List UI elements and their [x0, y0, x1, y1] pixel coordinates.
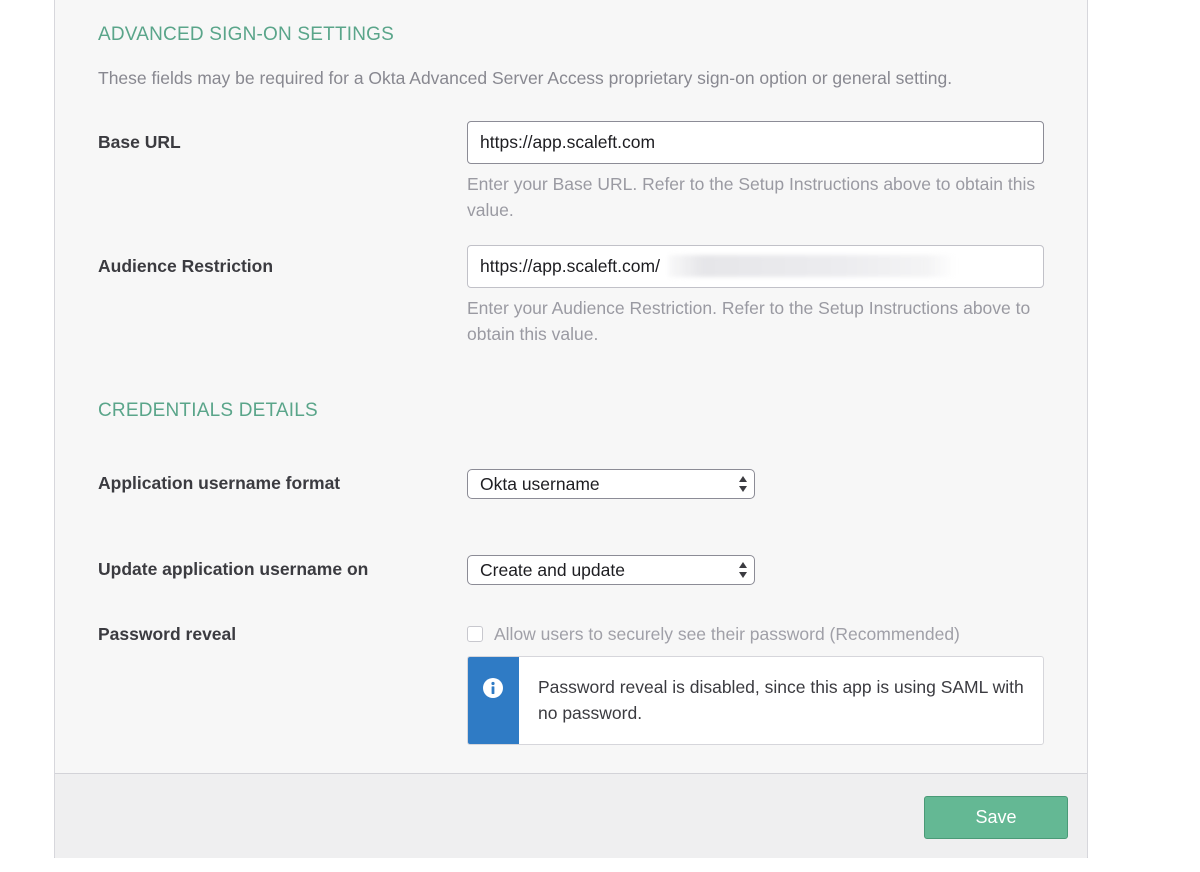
info-circle-icon [483, 678, 503, 698]
settings-panel: ADVANCED SIGN-ON SETTINGS These fields m… [54, 0, 1088, 858]
audience-restriction-hint: Enter your Audience Restriction. Refer t… [467, 298, 1031, 344]
base-url-hint: Enter your Base URL. Refer to the Setup … [467, 174, 1036, 220]
username-format-label: Application username format [98, 473, 341, 493]
update-username-on-label: Update application username on [98, 559, 369, 579]
update-username-on-selected: Create and update [480, 560, 625, 580]
username-format-selected: Okta username [480, 474, 600, 494]
password-reveal-info-box: Password reveal is disabled, since this … [467, 656, 1044, 745]
sort-arrows-icon [739, 562, 747, 578]
info-stripe [468, 657, 519, 744]
save-button[interactable]: Save [924, 796, 1068, 839]
advanced-description: These fields may be required for a Okta … [98, 68, 953, 88]
username-format-select[interactable]: Okta username [467, 469, 755, 499]
password-reveal-checkbox[interactable] [467, 626, 483, 642]
form-footer: Save [55, 773, 1087, 858]
password-reveal-label: Password reveal [98, 624, 237, 644]
base-url-label: Base URL [98, 132, 181, 152]
credentials-details-heading: CREDENTIALS DETAILS [98, 400, 318, 421]
audience-restriction-label: Audience Restriction [98, 256, 274, 276]
advanced-sign-on-heading: ADVANCED SIGN-ON SETTINGS [98, 24, 395, 45]
update-username-on-select[interactable]: Create and update [467, 555, 755, 585]
redacted-value-blur [668, 255, 956, 277]
sort-arrows-icon [739, 476, 747, 492]
password-reveal-info-message: Password reveal is disabled, since this … [538, 677, 1024, 723]
base-url-input[interactable] [467, 121, 1044, 164]
password-reveal-checkbox-label: Allow users to securely see their passwo… [494, 624, 960, 644]
